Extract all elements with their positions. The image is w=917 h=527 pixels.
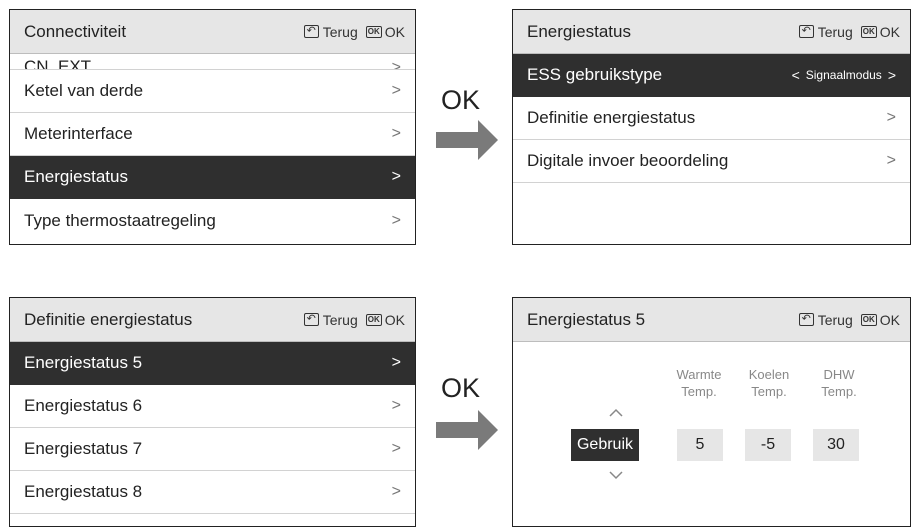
ok-label: OK <box>384 311 405 328</box>
ok-icon: OK <box>860 25 877 38</box>
list-item-label: CN_EXT <box>24 57 92 70</box>
list-item-meterinterface[interactable]: Meterinterface > <box>10 113 415 156</box>
panel-title: Connectiviteit <box>24 21 127 41</box>
list-item-energiestatus-6[interactable]: Energiestatus 6 > <box>10 385 415 428</box>
value-selector[interactable]: < Signaalmodus > <box>786 67 896 83</box>
list-item-label: Energiestatus 8 <box>24 482 143 501</box>
back-icon: ↶ <box>303 313 319 326</box>
list-item-label: Energiestatus <box>24 167 128 186</box>
list-item-definitie[interactable]: Definitie energiestatus > <box>513 97 910 140</box>
list-item-digitale-invoer[interactable]: Digitale invoer beoordeling > <box>513 140 910 183</box>
panel-energiestatus-5: Energiestatus 5 ↶ Terug OK OK Warmte Temp… <box>512 297 911 527</box>
chevron-right-icon[interactable]: > <box>888 67 896 83</box>
chevron-right-icon: > <box>391 354 401 371</box>
back-button[interactable]: ↶ Terug <box>798 311 853 328</box>
chevron-left-icon[interactable]: < <box>792 67 800 83</box>
list-item-partial[interactable]: CN_EXT > <box>10 54 415 70</box>
panel-connectiviteit: Connectiviteit ↶ Terug OK OK CN_EXT > Ke… <box>9 9 416 245</box>
list-item-energiestatus-7[interactable]: Energiestatus 7 > <box>10 428 415 471</box>
chevron-right-icon: > <box>391 168 401 185</box>
list-item-energiestatus-8[interactable]: Energiestatus 8 > <box>10 471 415 514</box>
step-ok-label: OK <box>441 85 481 115</box>
chevron-right-icon: > <box>391 397 401 414</box>
list-item-label: Energiestatus 7 <box>24 439 143 458</box>
panel-header: Connectiviteit ↶ Terug OK OK <box>10 10 415 54</box>
ok-icon: OK <box>365 313 382 326</box>
panel-definitie-energiestatus: Definitie energiestatus ↶ Terug OK OK En… <box>9 297 416 527</box>
panel-energiestatus: Energiestatus ↶ Terug OK OK ESS gebruiks… <box>512 9 911 245</box>
list-item-label: Digitale invoer beoordeling <box>527 151 729 170</box>
ok-button[interactable]: OK OK <box>860 311 900 328</box>
chevron-right-icon: > <box>391 440 401 457</box>
value-warmte-temp[interactable]: 5 <box>677 429 723 461</box>
back-button[interactable]: ↶ Terug <box>303 311 358 328</box>
back-label: Terug <box>817 311 853 328</box>
chevron-right-icon: > <box>886 152 896 169</box>
arrow-right-icon <box>436 120 498 160</box>
list-item-ketel[interactable]: Ketel van derde > <box>10 70 415 113</box>
list-item-label: Energiestatus 5 <box>24 353 143 372</box>
list-item-label: Energiestatus 6 <box>24 396 143 415</box>
panel-header: Energiestatus 5 ↶ Terug OK OK <box>513 298 910 342</box>
panel-title: Energiestatus 5 <box>527 309 646 329</box>
value-label: Signaalmodus <box>805 68 882 82</box>
back-label: Terug <box>322 23 358 40</box>
ok-label: OK <box>384 23 405 40</box>
ok-button[interactable]: OK OK <box>365 311 405 328</box>
list-item-energiestatus-5[interactable]: Energiestatus 5 > <box>10 342 415 385</box>
back-label: Terug <box>817 23 853 40</box>
ok-button[interactable]: OK OK <box>365 23 405 40</box>
chevron-right-icon: > <box>886 109 896 126</box>
back-button[interactable]: ↶ Terug <box>798 23 853 40</box>
list-item-label: Definitie energiestatus <box>527 108 696 127</box>
list-item-label: ESS gebruikstype <box>527 65 663 84</box>
column-header-dhw: DHW Temp. <box>821 367 857 399</box>
back-icon: ↶ <box>798 313 814 326</box>
chevron-right-icon: > <box>391 211 401 229</box>
list-item-label: Meterinterface <box>24 124 133 143</box>
arrow-right-icon <box>436 410 498 450</box>
panel-title: Energiestatus <box>527 21 631 41</box>
chevron-down-icon[interactable] <box>609 471 623 480</box>
chevron-up-icon[interactable] <box>609 408 623 417</box>
ok-icon: OK <box>365 25 382 38</box>
chevron-right-icon: > <box>391 59 401 70</box>
value-dhw-temp[interactable]: 30 <box>813 429 859 461</box>
back-label: Terug <box>322 311 358 328</box>
ok-icon: OK <box>860 313 877 326</box>
value-koelen-temp[interactable]: -5 <box>745 429 791 461</box>
back-icon: ↶ <box>798 25 814 38</box>
list-item-label: Type thermostaatregeling <box>24 210 216 230</box>
list-item-label: Ketel van derde <box>24 81 144 100</box>
list-item-energiestatus[interactable]: Energiestatus > <box>10 156 415 199</box>
chevron-right-icon: > <box>391 82 401 99</box>
column-header-warmte: Warmte Temp. <box>676 367 722 399</box>
ok-label: OK <box>879 23 900 40</box>
list-item-thermostaat[interactable]: Type thermostaatregeling > <box>10 199 415 242</box>
chevron-right-icon: > <box>391 125 401 142</box>
panel-header: Definitie energiestatus ↶ Terug OK OK <box>10 298 415 342</box>
mode-selector[interactable]: Gebruik <box>571 429 639 461</box>
chevron-right-icon: > <box>391 483 401 500</box>
panel-header: Energiestatus ↶ Terug OK OK <box>513 10 910 54</box>
ok-button[interactable]: OK OK <box>860 23 900 40</box>
back-icon: ↶ <box>303 25 319 38</box>
ok-label: OK <box>879 311 900 328</box>
back-button[interactable]: ↶ Terug <box>303 23 358 40</box>
panel-title: Definitie energiestatus <box>24 309 193 329</box>
step-ok-label: OK <box>441 373 481 403</box>
column-header-koelen: Koelen Temp. <box>748 367 790 399</box>
list-item-ess-gebruikstype[interactable]: ESS gebruikstype < Signaalmodus > <box>513 54 910 97</box>
